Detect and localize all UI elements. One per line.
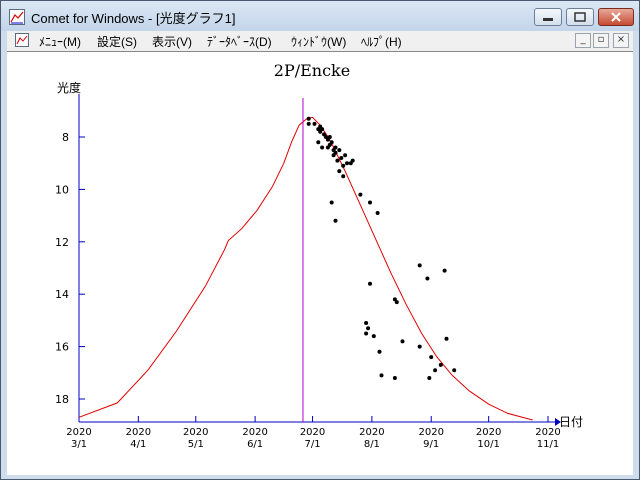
observation-point	[375, 211, 380, 215]
observation-point	[368, 200, 372, 205]
observation-point	[377, 349, 382, 354]
observation-point	[379, 373, 384, 378]
observation-point	[341, 174, 346, 179]
observation-point	[364, 331, 369, 336]
y-tick-label: 10	[55, 183, 69, 196]
x-tick-label-year: 2020	[300, 427, 325, 438]
observation-point	[427, 376, 432, 380]
observation-point	[329, 140, 334, 145]
y-tick-label: 14	[55, 288, 69, 301]
child-restore-button[interactable]: ▫	[593, 33, 609, 48]
x-tick-label-date: 4/1	[130, 439, 146, 450]
chart-title: 2P/Encke	[274, 61, 350, 80]
x-tick-label-year: 2020	[242, 427, 267, 438]
observation-point	[329, 200, 334, 205]
y-axis-label: 光度	[57, 80, 81, 95]
light-curve-chart: 2P/Encke 光度 日付 8101214161820203/120204/1…	[55, 61, 583, 450]
observation-point	[425, 276, 430, 281]
x-tick-label-year: 2020	[476, 427, 501, 438]
y-tick-label: 18	[55, 393, 69, 406]
observation-point	[452, 368, 457, 373]
observation-point	[368, 281, 372, 286]
observation-point	[320, 127, 325, 132]
x-tick-label-year: 2020	[126, 427, 151, 438]
document-icon[interactable]	[15, 33, 29, 47]
x-tick-label-date: 3/1	[71, 439, 87, 450]
close-icon	[611, 12, 621, 22]
y-tick-label: 12	[55, 236, 69, 249]
observation-point	[345, 161, 349, 166]
x-tick-label-year: 2020	[66, 427, 91, 438]
menu-item-help[interactable]: ﾍﾙﾌﾟ(H)	[361, 33, 402, 50]
x-tick-label-date: 8/1	[364, 439, 380, 450]
observation-point	[327, 135, 332, 139]
observation-point	[433, 368, 438, 373]
menu-bar: ﾒﾆｭｰ(M) 設定(S) 表示(V) ﾃﾞｰﾀﾍﾞｰｽ(D) ｳｨﾝﾄﾞｳ(W…	[7, 31, 633, 51]
menu-item-view[interactable]: 表示(V)	[152, 33, 192, 50]
window-title: Comet for Windows - [光度グラフ1]	[31, 11, 236, 26]
observation-point	[364, 321, 369, 325]
observation-point	[306, 116, 311, 121]
observation-point	[337, 169, 342, 174]
menu-item-database[interactable]: ﾃﾞｰﾀﾍﾞｰｽ(D)	[207, 33, 272, 50]
minimize-icon	[543, 18, 553, 21]
observation-point	[417, 263, 422, 268]
x-tick-label-year: 2020	[359, 427, 384, 438]
observation-point	[333, 150, 338, 155]
menu-item-settings[interactable]: 設定(S)	[97, 33, 137, 50]
menu-item-window[interactable]: ｳｨﾝﾄﾞｳ(W)	[291, 33, 346, 50]
x-tick-label-year: 2020	[183, 427, 208, 438]
x-tick-label-date: 7/1	[304, 439, 320, 450]
observation-point	[366, 326, 371, 331]
child-close-button[interactable]: ×	[613, 33, 629, 48]
predicted-light-curve	[78, 116, 533, 421]
x-tick-label-date: 6/1	[247, 439, 263, 450]
observation-point	[341, 163, 346, 168]
observation-point	[335, 158, 340, 163]
x-tick-label-year: 2020	[419, 427, 444, 438]
menu-item-menu[interactable]: ﾒﾆｭｰ(M)	[39, 33, 81, 50]
x-tick-label-date: 5/1	[188, 439, 204, 450]
observation-point	[358, 192, 363, 197]
restore-icon	[574, 12, 586, 22]
minimize-button[interactable]	[534, 8, 562, 26]
maximize-button[interactable]	[566, 8, 594, 26]
x-tick-label-date: 10/1	[477, 439, 499, 450]
observation-point	[339, 156, 344, 160]
observation-point	[337, 148, 342, 153]
observation-point	[444, 336, 449, 341]
y-tick-label: 16	[55, 341, 69, 354]
y-tick-label: 8	[62, 131, 69, 144]
observation-point	[371, 334, 376, 339]
observation-point	[400, 339, 405, 344]
x-tick-label-date: 11/1	[537, 439, 559, 450]
observation-point	[343, 153, 348, 158]
graph-app-icon	[9, 9, 25, 25]
x-tick-label-date: 9/1	[423, 439, 439, 450]
x-tick-label-year: 2020	[535, 427, 560, 438]
observation-point	[333, 218, 338, 223]
observation-point	[312, 121, 317, 126]
close-button[interactable]	[598, 8, 634, 26]
x-axis-label: 日付	[559, 415, 583, 429]
observation-point	[392, 376, 397, 380]
observation-point	[429, 355, 434, 360]
observation-point	[394, 300, 399, 305]
observation-point	[350, 158, 355, 163]
observation-point	[442, 268, 447, 273]
observation-point	[438, 362, 443, 367]
title-bar[interactable]: Comet for Windows - [光度グラフ1]	[1, 1, 639, 31]
observation-point	[320, 145, 325, 150]
observation-point	[306, 121, 311, 126]
observation-point	[417, 344, 422, 349]
child-minimize-button[interactable]: _	[575, 33, 591, 48]
observation-point	[333, 145, 338, 150]
app-window: Comet for Windows - [光度グラフ1] ﾒﾆｭｰ(M) 設定(…	[0, 0, 640, 480]
observation-point	[316, 140, 321, 145]
graph-pane: 2P/Encke 光度 日付 8 10 12 14 16 18 2020 3/1 2020 4/1…	[7, 51, 633, 475]
